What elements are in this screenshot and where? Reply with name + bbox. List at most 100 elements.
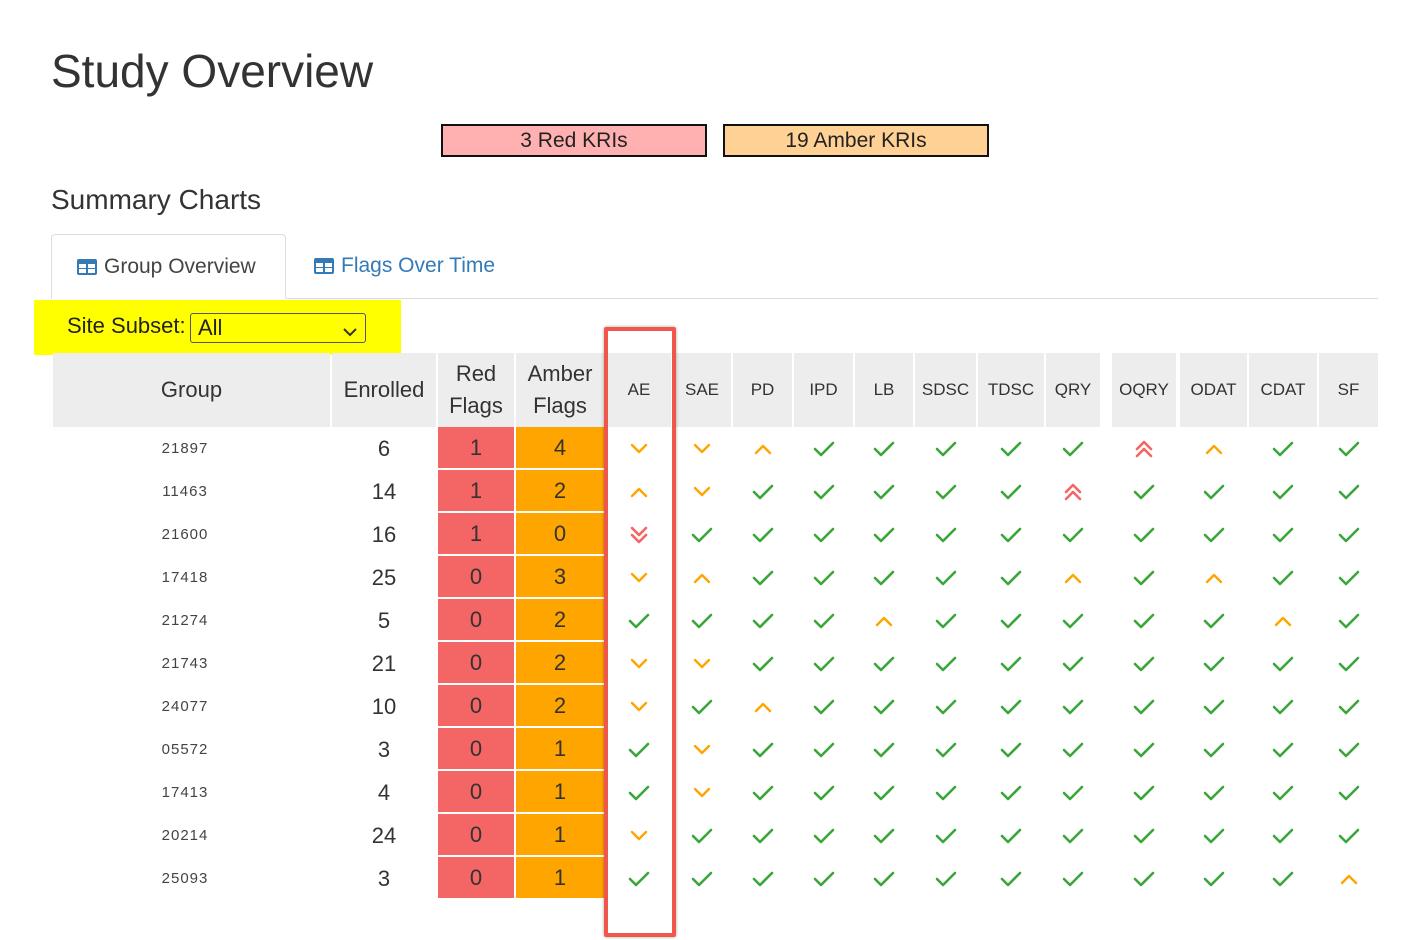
kri-flag-sdsc[interactable] [915,771,976,814]
kri-flag-lb[interactable] [855,857,913,900]
tab-group-overview[interactable]: Group Overview [51,234,286,299]
kri-flag-odat[interactable] [1180,857,1247,900]
header-amber-flags[interactable]: Amber Flags [516,353,604,427]
kri-flag-odat[interactable] [1180,685,1247,728]
header-kri-ipd[interactable]: IPD [794,353,853,427]
group-id[interactable]: 21897 [53,427,317,470]
kri-flag-odat[interactable] [1180,814,1247,857]
kri-flag-pd[interactable] [733,427,792,470]
kri-flag-cdat[interactable] [1249,857,1317,900]
kri-flag-tdsc[interactable] [978,470,1044,513]
kri-flag-oqry[interactable] [1112,556,1176,599]
kri-flag-tdsc[interactable] [978,814,1044,857]
kri-flag-odat[interactable] [1180,513,1247,556]
kri-flag-sf[interactable] [1319,685,1378,728]
kri-flag-sf[interactable] [1319,427,1378,470]
kri-flag-qry[interactable] [1046,513,1100,556]
kri-flag-sdsc[interactable] [915,470,976,513]
kri-flag-sae[interactable] [673,513,731,556]
header-kri-cdat[interactable]: CDAT [1249,353,1317,427]
kri-flag-sdsc[interactable] [915,642,976,685]
kri-flag-oqry[interactable] [1112,427,1176,470]
group-id[interactable]: 17413 [53,771,317,814]
kri-flag-pd[interactable] [733,857,792,900]
kri-flag-tdsc[interactable] [978,685,1044,728]
kri-flag-cdat[interactable] [1249,685,1317,728]
kri-flag-cdat[interactable] [1249,642,1317,685]
kri-flag-sdsc[interactable] [915,599,976,642]
header-kri-tdsc[interactable]: TDSC [978,353,1044,427]
kri-flag-odat[interactable] [1180,556,1247,599]
kri-flag-ipd[interactable] [794,427,853,470]
kri-flag-qry[interactable] [1046,642,1100,685]
header-kri-qry[interactable]: QRY [1046,353,1100,427]
kri-flag-lb[interactable] [855,771,913,814]
kri-flag-lb[interactable] [855,814,913,857]
kri-flag-pd[interactable] [733,599,792,642]
kri-flag-sdsc[interactable] [915,513,976,556]
kri-flag-qry[interactable] [1046,857,1100,900]
kri-flag-sae[interactable] [673,556,731,599]
kri-flag-sae[interactable] [673,599,731,642]
kri-flag-tdsc[interactable] [978,556,1044,599]
header-enrolled[interactable]: Enrolled [332,353,436,427]
kri-flag-tdsc[interactable] [978,599,1044,642]
kri-flag-pd[interactable] [733,556,792,599]
kri-flag-lb[interactable] [855,556,913,599]
header-kri-sf[interactable]: SF [1319,353,1378,427]
kri-flag-ipd[interactable] [794,556,853,599]
kri-flag-oqry[interactable] [1112,642,1176,685]
group-id[interactable]: 25093 [53,857,317,900]
kri-flag-cdat[interactable] [1249,814,1317,857]
header-group[interactable]: Group [53,353,330,427]
kri-flag-tdsc[interactable] [978,642,1044,685]
kri-flag-oqry[interactable] [1112,857,1176,900]
kri-flag-sdsc[interactable] [915,857,976,900]
group-id[interactable]: 11463 [53,470,317,513]
kri-flag-oqry[interactable] [1112,470,1176,513]
amber-kri-badge[interactable]: 19 Amber KRIs [723,124,989,157]
kri-flag-ipd[interactable] [794,728,853,771]
header-kri-lb[interactable]: LB [855,353,913,427]
header-kri-odat[interactable]: ODAT [1180,353,1247,427]
kri-flag-sf[interactable] [1319,642,1378,685]
kri-flag-lb[interactable] [855,599,913,642]
header-red-flags[interactable]: Red Flags [438,353,514,427]
kri-flag-oqry[interactable] [1112,771,1176,814]
site-subset-select[interactable]: All [190,313,366,343]
kri-flag-pd[interactable] [733,470,792,513]
kri-flag-ipd[interactable] [794,771,853,814]
kri-flag-sf[interactable] [1319,470,1378,513]
kri-flag-qry[interactable] [1046,427,1100,470]
kri-flag-sf[interactable] [1319,814,1378,857]
kri-flag-sae[interactable] [673,771,731,814]
kri-flag-ipd[interactable] [794,470,853,513]
header-kri-pd[interactable]: PD [733,353,792,427]
kri-flag-sae[interactable] [673,427,731,470]
kri-flag-lb[interactable] [855,685,913,728]
kri-flag-pd[interactable] [733,513,792,556]
kri-flag-lb[interactable] [855,728,913,771]
kri-flag-pd[interactable] [733,814,792,857]
kri-flag-qry[interactable] [1046,470,1100,513]
header-kri-oqry[interactable]: OQRY [1112,353,1176,427]
kri-flag-sae[interactable] [673,814,731,857]
header-kri-sae[interactable]: SAE [673,353,731,427]
kri-flag-oqry[interactable] [1112,685,1176,728]
kri-flag-cdat[interactable] [1249,599,1317,642]
tab-flags-over-time[interactable]: Flags Over Time [313,234,495,298]
kri-flag-pd[interactable] [733,642,792,685]
kri-flag-ipd[interactable] [794,857,853,900]
kri-flag-lb[interactable] [855,427,913,470]
red-kri-badge[interactable]: 3 Red KRIs [441,124,707,157]
header-kri-sdsc[interactable]: SDSC [915,353,976,427]
kri-flag-odat[interactable] [1180,470,1247,513]
kri-flag-tdsc[interactable] [978,513,1044,556]
kri-flag-sae[interactable] [673,685,731,728]
kri-flag-tdsc[interactable] [978,771,1044,814]
group-id[interactable]: 24077 [53,685,317,728]
kri-flag-ipd[interactable] [794,513,853,556]
kri-flag-qry[interactable] [1046,771,1100,814]
kri-flag-sdsc[interactable] [915,814,976,857]
kri-flag-odat[interactable] [1180,771,1247,814]
